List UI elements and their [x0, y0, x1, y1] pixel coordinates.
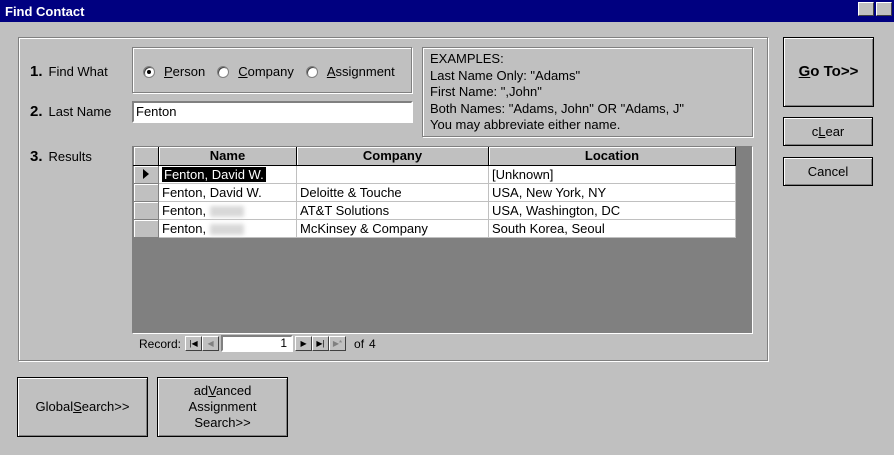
global-search-button[interactable]: Global Search>>: [17, 377, 148, 437]
column-header-location[interactable]: Location: [488, 147, 736, 166]
go-to-key: G: [798, 63, 811, 80]
cancel-label: Cancel: [807, 163, 849, 179]
cell-company[interactable]: AT&T Solutions: [296, 201, 489, 220]
results-grid[interactable]: Name Company Location Fenton, David W. […: [132, 146, 753, 353]
cell-company[interactable]: McKinsey & Company: [296, 219, 489, 238]
redacted-first-name: [209, 205, 244, 217]
table-row[interactable]: Fenton, David W. [Unknown]: [133, 164, 736, 184]
advanced-key: V: [208, 383, 216, 398]
current-record-indicator[interactable]: [133, 164, 159, 184]
go-to-button[interactable]: Go To>>: [783, 37, 874, 107]
find-what-radio-group: Person Company Assignment: [143, 64, 407, 79]
find-what-label: 1. Find What: [30, 63, 108, 80]
redacted-first-name: [209, 223, 244, 235]
step-number: 3.: [30, 148, 43, 165]
record-of-label: of: [354, 336, 365, 351]
example-line: First Name: ",John": [430, 84, 542, 99]
record-navigator: Record: |◀ ◀ 1 ▶ ▶| ▶* of 4: [133, 333, 752, 353]
global-search-label-post: earch>>: [81, 399, 130, 414]
table-header-row: Name Company Location: [133, 147, 736, 166]
cell-location[interactable]: USA, New York, NY: [488, 183, 736, 202]
new-record-icon[interactable]: ▶*: [329, 336, 347, 351]
last-name-value: Fenton: [136, 104, 177, 119]
radio-assignment-key: A: [326, 64, 336, 79]
table-row[interactable]: Fenton, McKinsey & Company South Korea, …: [133, 218, 736, 238]
window-controls: [858, 2, 892, 16]
minimize-button[interactable]: [858, 2, 874, 16]
last-name-input[interactable]: Fenton: [132, 101, 413, 123]
window-title: Find Contact: [5, 4, 85, 19]
cell-name[interactable]: Fenton,: [158, 219, 297, 238]
advanced-assignment-search-button[interactable]: adVanced Assignment Search>>: [157, 377, 288, 437]
cell-name[interactable]: Fenton, David W.: [158, 183, 297, 202]
advanced-label-line3: Search>>: [194, 415, 251, 430]
table-row[interactable]: Fenton, David W. Deloitte & Touche USA, …: [133, 182, 736, 202]
table-row[interactable]: Fenton, AT&T Solutions USA, Washington, …: [133, 200, 736, 220]
results-text: Results: [48, 149, 92, 164]
record-total: 4: [369, 336, 376, 351]
radio-assignment[interactable]: Assignment: [305, 64, 395, 79]
first-record-icon[interactable]: |◀: [185, 336, 203, 351]
cell-name-value: Fenton, David W.: [162, 166, 266, 182]
radio-company-key: C: [238, 64, 248, 79]
current-record-arrow-icon: [143, 168, 149, 179]
column-header-company[interactable]: Company: [296, 147, 489, 166]
examples-text: EXAMPLES: Last Name Only: "Adams" First …: [430, 51, 684, 134]
cell-location[interactable]: USA, Washington, DC: [488, 201, 736, 220]
example-line: Both Names: "Adams, John" OR "Adams, J": [430, 100, 684, 116]
cancel-button[interactable]: Cancel: [783, 157, 873, 186]
radio-assignment-label: ssignment: [335, 64, 395, 79]
advanced-label-line1: adVanced: [193, 383, 252, 398]
radio-person-key: P: [164, 64, 173, 79]
radio-person[interactable]: Person: [143, 64, 205, 79]
global-search-key: S: [73, 399, 82, 414]
last-record-icon[interactable]: ▶|: [312, 336, 330, 351]
row-selector[interactable]: [133, 218, 159, 238]
cell-company[interactable]: Deloitte & Touche: [296, 183, 489, 202]
radio-person-label: erson: [172, 64, 206, 79]
maximize-button[interactable]: [876, 2, 892, 16]
cell-name-value: Fenton,: [162, 220, 207, 236]
radio-button-icon[interactable]: [143, 65, 155, 78]
cell-name[interactable]: Fenton, David W.: [158, 165, 297, 184]
example-line: You may abbreviate either name.: [430, 117, 621, 132]
radio-button-icon[interactable]: [305, 65, 318, 78]
results-label: 3. Results: [30, 148, 92, 165]
radio-button-icon[interactable]: [217, 65, 230, 78]
row-selector[interactable]: [133, 200, 159, 220]
clear-key: L: [818, 123, 826, 139]
clear-button[interactable]: c Lear: [783, 117, 873, 146]
step-number: 2.: [30, 103, 43, 120]
row-selector-header[interactable]: [133, 147, 159, 166]
record-number-value: 1: [280, 336, 288, 350]
cell-company[interactable]: [296, 165, 489, 184]
advanced-label-line2: Assignment: [188, 399, 257, 414]
radio-company[interactable]: Company: [217, 64, 294, 79]
cell-name[interactable]: Fenton,: [158, 201, 297, 220]
cell-location[interactable]: [Unknown]: [488, 165, 736, 184]
record-label: Record:: [139, 336, 182, 351]
radio-company-label: ompany: [247, 64, 294, 79]
cell-location[interactable]: South Korea, Seoul: [488, 219, 736, 238]
results-table: Name Company Location Fenton, David W. […: [133, 147, 736, 238]
title-bar: Find Contact: [0, 0, 894, 22]
row-selector[interactable]: [133, 182, 159, 202]
cell-name-value: Fenton,: [162, 202, 207, 218]
previous-record-icon[interactable]: ◀: [202, 336, 220, 351]
column-header-name[interactable]: Name: [158, 147, 297, 166]
last-name-label: 2. Last Name: [30, 103, 111, 120]
go-to-label: o To>>: [810, 63, 859, 80]
example-line: Last Name Only: "Adams": [430, 67, 581, 83]
step-number: 1.: [30, 63, 43, 80]
next-record-icon[interactable]: ▶: [295, 336, 313, 351]
global-search-label-pre: Global: [35, 399, 74, 414]
last-name-text: Last Name: [48, 104, 112, 119]
find-what-text: Find What: [48, 64, 108, 79]
clear-label-post: ear: [825, 123, 845, 139]
record-number-input[interactable]: 1: [221, 335, 294, 352]
examples-heading: EXAMPLES:: [430, 51, 504, 66]
